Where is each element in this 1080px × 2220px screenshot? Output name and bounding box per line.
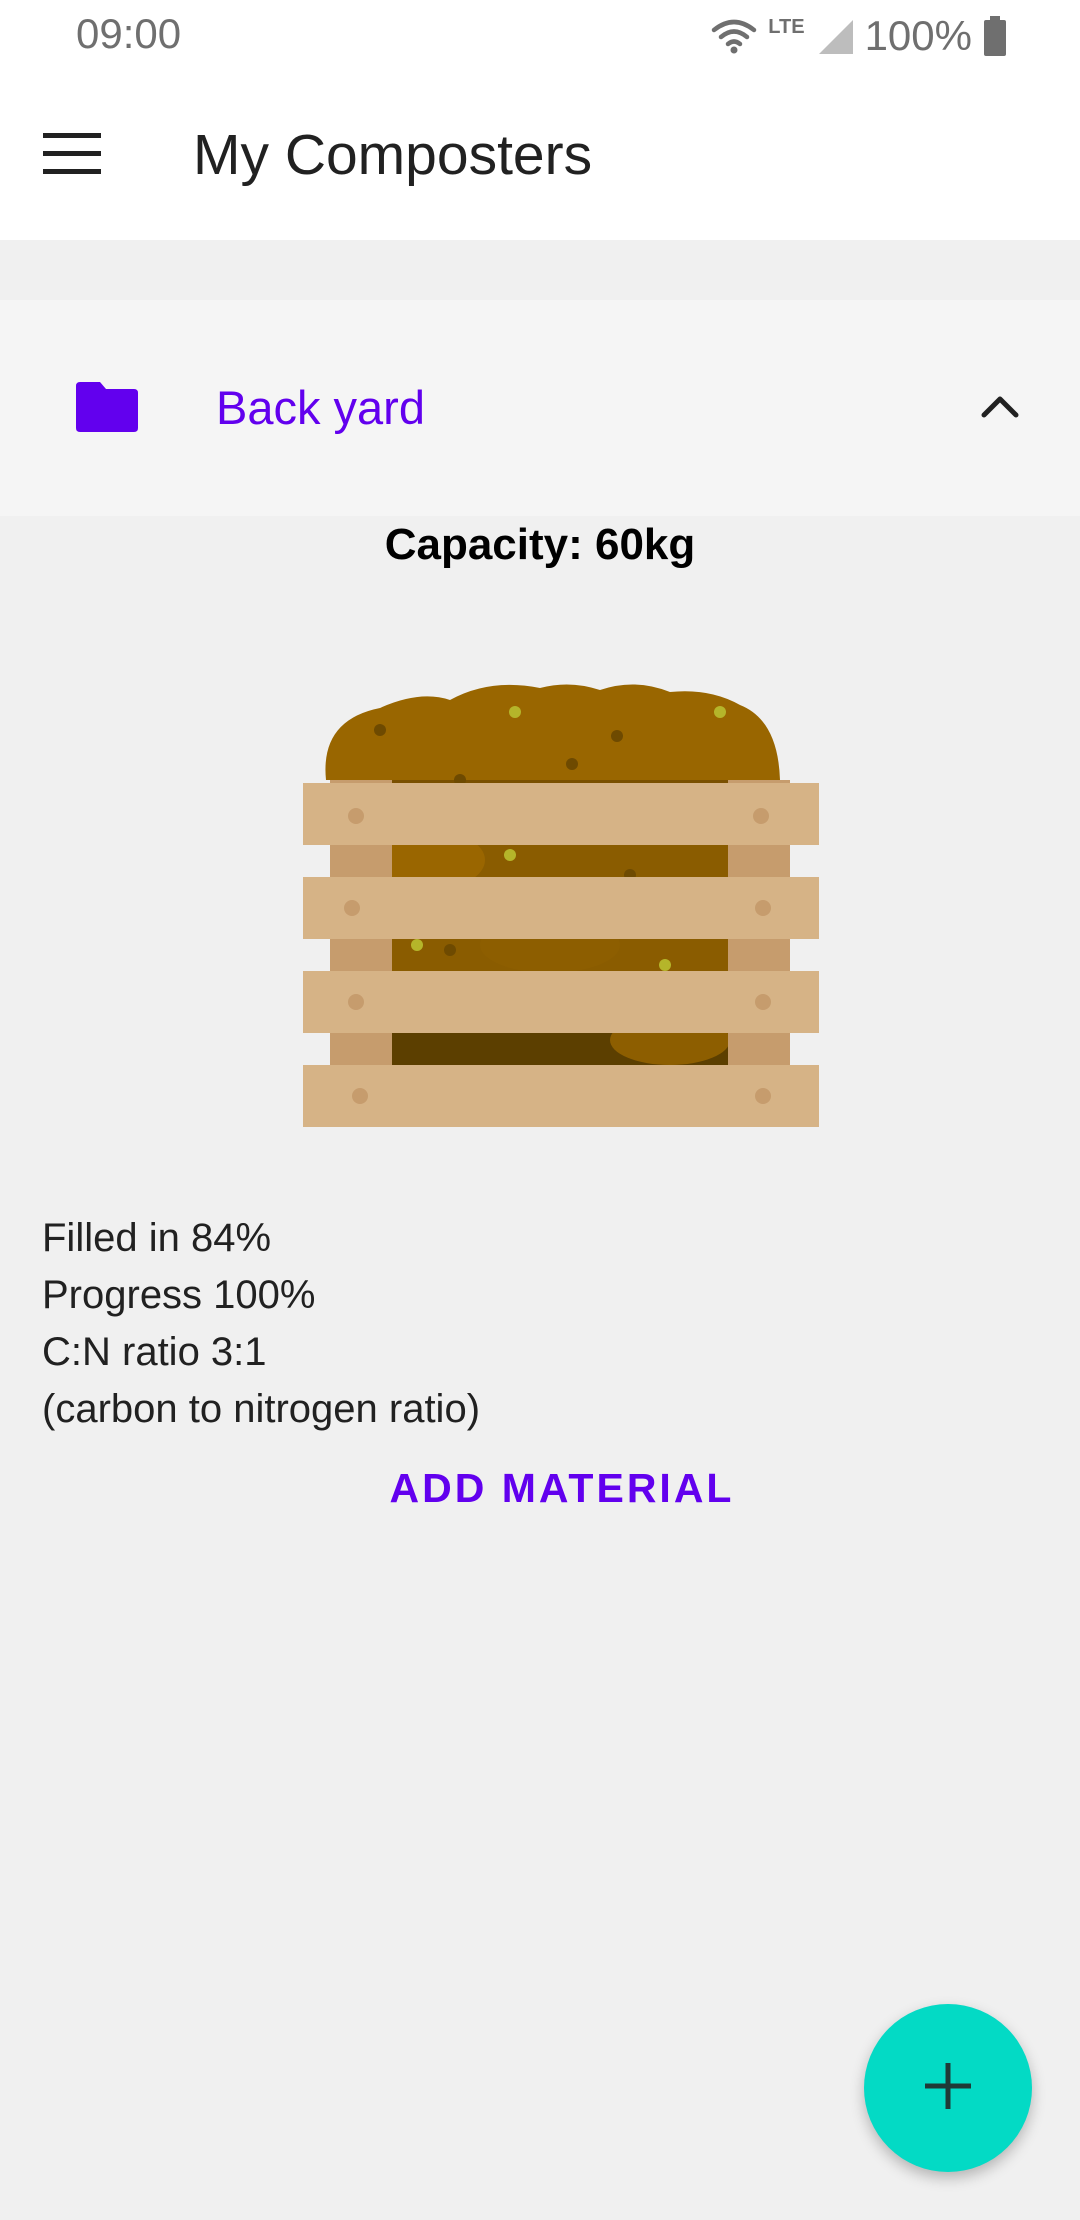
chevron-up-icon [981,394,1019,423]
menu-button[interactable] [28,112,116,200]
filled-text: Filled in 84% [42,1216,272,1260]
hamburger-menu-icon [43,132,101,180]
cn-ratio-note: (carbon to nitrogen ratio) [42,1387,481,1431]
group-header-back-yard[interactable]: Back yard [0,300,1080,516]
status-icons: LTE 100% [710,8,1008,64]
app-screen: 09:00 LTE 100% My Composters Back yard C… [0,0,1080,2220]
network-type: LTE [768,15,805,38]
group-title: Back yard [216,381,425,434]
page-title: My Composters [193,123,593,187]
composter-info: Filled in 84% Progress 100% C:N ratio 3:… [42,1210,480,1438]
app-bar: My Composters [0,72,1080,240]
capacity-label: Capacity: 60kg [384,520,696,569]
battery-percent: 100% [864,12,972,59]
collapse-button[interactable] [950,358,1050,458]
progress-text: Progress 100% [42,1273,316,1317]
signal-icon [815,16,855,56]
cn-ratio-text: C:N ratio 3:1 [42,1330,267,1374]
compost-crate-image [290,680,830,1140]
add-composter-fab[interactable] [864,2004,1032,2172]
add-material-row: ADD MATERIAL [0,1465,1080,1512]
plus-icon [925,2062,971,2114]
status-bar: 09:00 LTE 100% [0,0,1080,72]
status-time: 09:00 [76,10,182,57]
folder-icon [76,380,138,437]
battery-icon [982,16,1008,56]
wifi-icon [710,16,758,56]
add-material-button[interactable]: ADD MATERIAL [390,1465,735,1511]
